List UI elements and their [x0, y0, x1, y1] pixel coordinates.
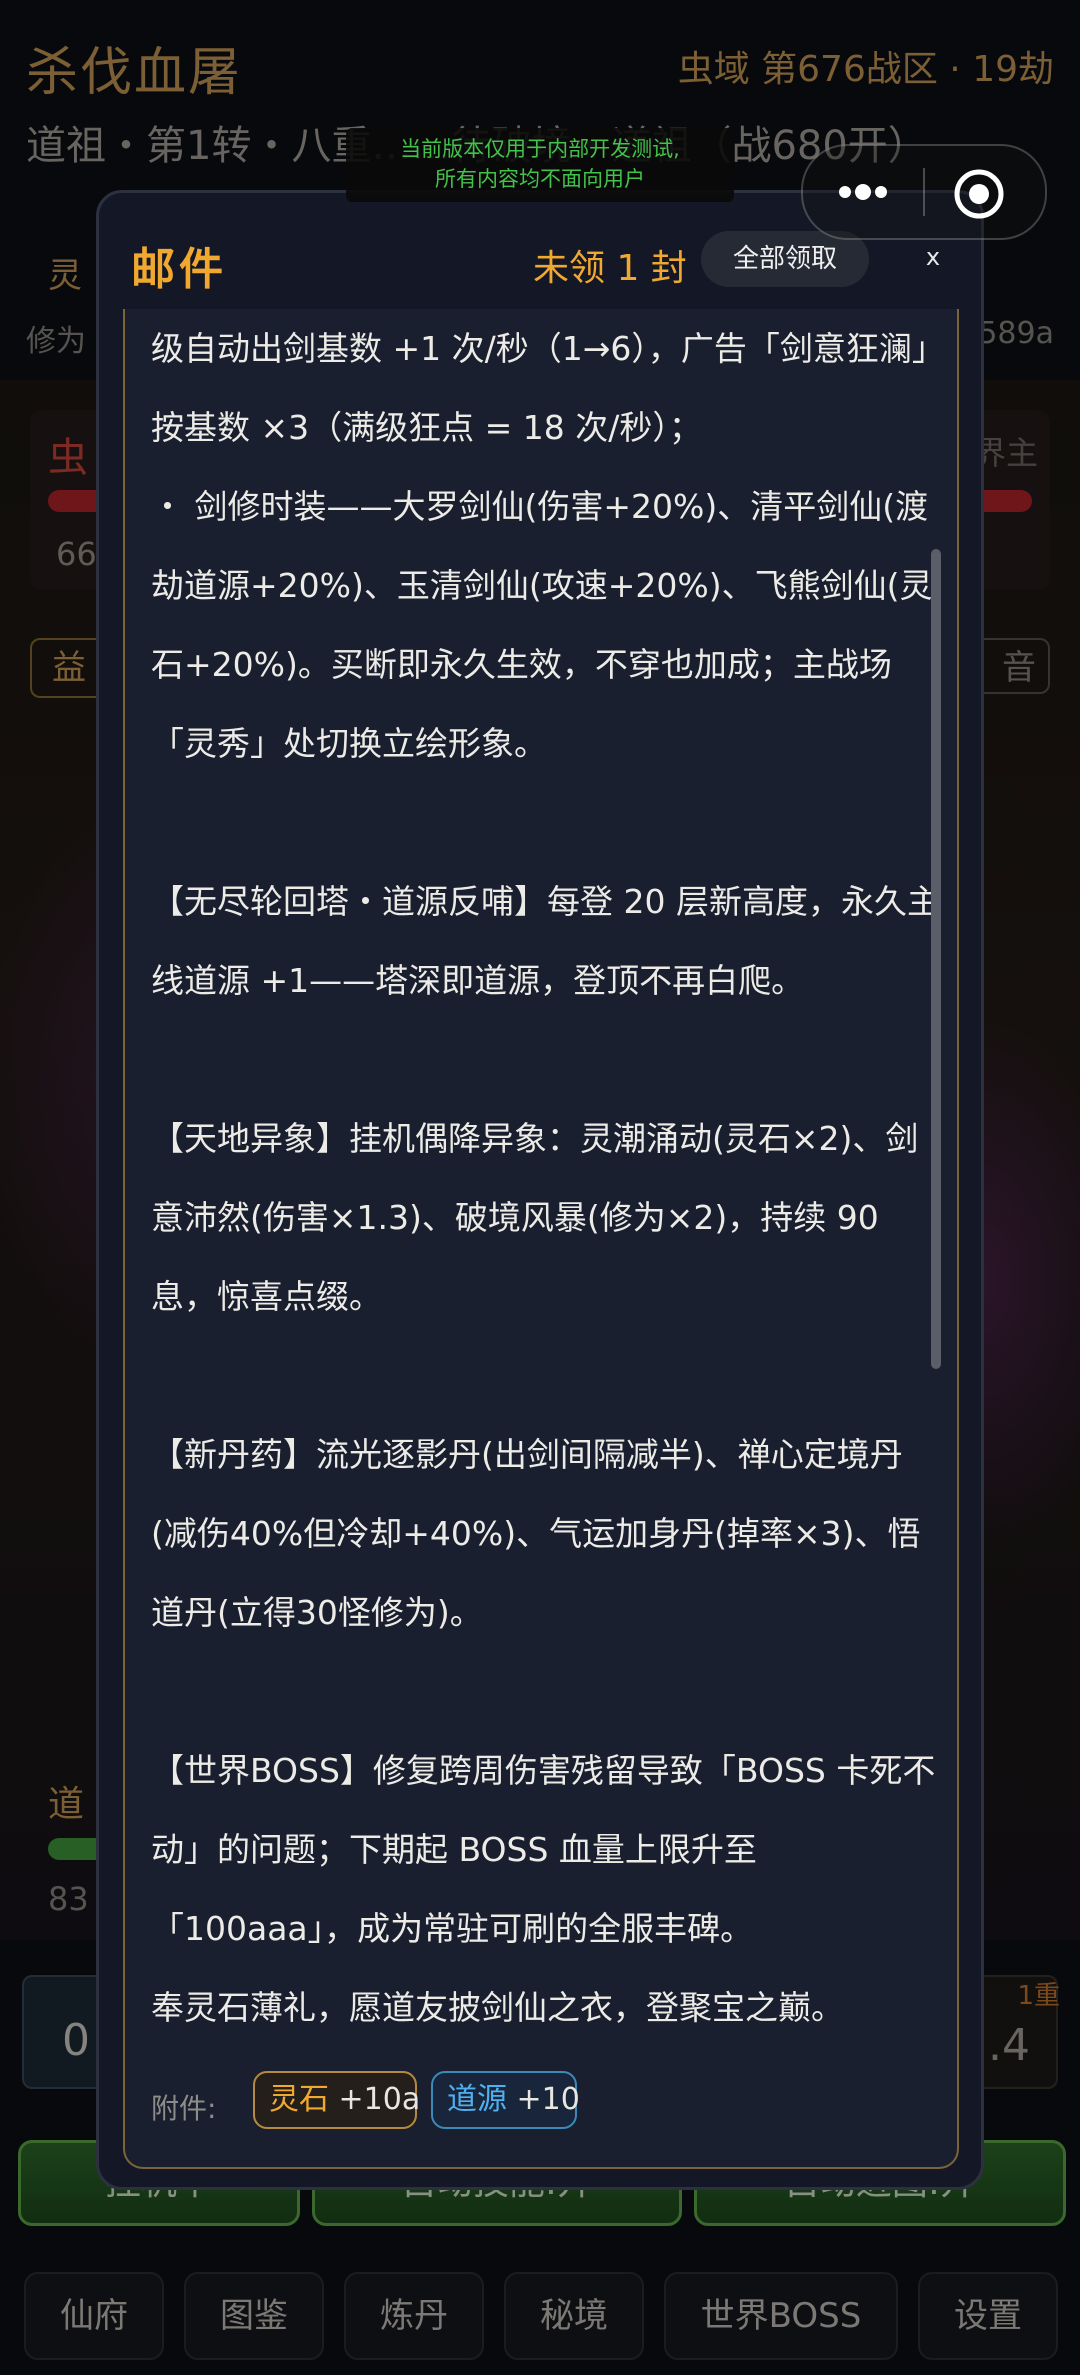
dev-notice: 当前版本仅用于内部开发测试, 所有内容均不面向用户 — [346, 128, 734, 202]
attachment-amount: +10a — [338, 2082, 421, 2117]
mail-paragraph: 奉灵石薄礼，愿道友披剑仙之衣，登聚宝之巅。 — [151, 1988, 844, 2027]
miniprogram-capsule — [801, 144, 1047, 240]
capsule-divider — [923, 168, 925, 216]
unread-count: 未领 1 封 — [533, 248, 687, 289]
dev-notice-line: 当前版本仅用于内部开发测试, — [400, 137, 680, 161]
attachments-label: 附件: — [151, 2092, 217, 2125]
mail-scrollbar[interactable] — [931, 549, 941, 1369]
mail-body-scroll[interactable]: 级自动出剑基数 +1 次/秒（1→6），广告「剑意狂澜」按基数 ×3（满级狂点 … — [151, 309, 941, 2049]
mail-paragraph: 【无尽轮回塔・道源反哺】每登 20 层新高度，永久主线道源 +1——塔深即道源，… — [151, 882, 940, 1000]
attachment-amount: +10 — [516, 2082, 580, 2117]
mail-paragraph: 级自动出剑基数 +1 次/秒（1→6），广告「剑意狂澜」按基数 ×3（满级狂点 … — [151, 329, 929, 447]
more-dots-icon[interactable] — [833, 166, 893, 218]
attachment-spirit-stone[interactable]: 灵石 +10a — [253, 2071, 420, 2129]
target-icon[interactable] — [951, 166, 1007, 222]
attachment-name: 灵石 — [269, 2082, 329, 2117]
mail-paragraph: 【新丹药】流光逐影丹(出剑间隔减半)、禅心定境丹(减伤40%但冷却+40%)、气… — [151, 1435, 921, 1632]
mail-modal: 邮件 未领 1 封 全部领取 x 级自动出剑基数 +1 次/秒（1→6），广告「… — [96, 190, 984, 2190]
attachment-dao-source[interactable]: 道源 +10 — [431, 2071, 580, 2129]
mail-paragraph: 【世界BOSS】修复跨周伤害残留导致「BOSS 卡死不动」的问题；下期起 BOS… — [151, 1751, 936, 1948]
attachment-name: 道源 — [447, 2082, 507, 2117]
mail-title: 邮件 — [131, 244, 227, 295]
mail-paragraph: ・ 剑修时装——大罗剑仙(伤害+20%)、清平剑仙(渡劫道源+20%)、玉清剑仙… — [151, 487, 933, 763]
dev-notice-line: 所有内容均不面向用户 — [435, 167, 645, 191]
mail-paragraph: 【天地异象】挂机偶降异象：灵潮涌动(灵石×2)、剑意沛然(伤害×1.3)、破境风… — [151, 1119, 919, 1316]
mail-content-box: 级自动出剑基数 +1 次/秒（1→6），广告「剑意狂澜」按基数 ×3（满级狂点 … — [123, 309, 959, 2169]
